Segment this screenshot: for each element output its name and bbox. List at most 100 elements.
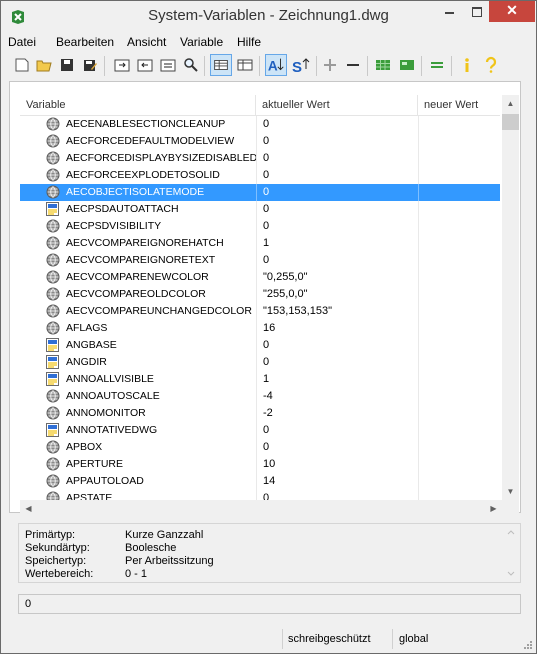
list-item[interactable]: AFLAGS 16 bbox=[20, 320, 500, 337]
globe-icon bbox=[45, 286, 61, 302]
variable-name: AECENABLESECTIONCLEANUP bbox=[66, 118, 226, 130]
list-item[interactable]: ANNOMONITOR -2 bbox=[20, 405, 500, 422]
info-label: Primärtyp: bbox=[25, 529, 76, 541]
scroll-thumb[interactable] bbox=[502, 114, 519, 130]
new-icon[interactable] bbox=[13, 56, 31, 74]
variable-new-value bbox=[418, 184, 500, 201]
list-item[interactable]: AECVCOMPAREUNCHANGEDCOLOR "153,153,153" bbox=[20, 303, 500, 320]
list-item[interactable]: ANNOTATIVEDWG 0 bbox=[20, 422, 500, 439]
globe-icon bbox=[45, 320, 61, 336]
list-item[interactable]: AECFORCEEXPLODETOSOLID 0 bbox=[20, 167, 500, 184]
export-icon[interactable] bbox=[113, 56, 131, 74]
list-item[interactable]: APSTATE 0 bbox=[20, 490, 500, 500]
minimize-button[interactable] bbox=[434, 1, 464, 22]
list-item[interactable]: AECOBJECTISOLATEMODE 0 bbox=[20, 184, 500, 201]
variable-new-value bbox=[418, 388, 500, 405]
list-item[interactable]: AECPSDVISIBILITY 0 bbox=[20, 218, 500, 235]
list-item[interactable]: ANGDIR 0 bbox=[20, 354, 500, 371]
scroll-up-icon[interactable]: ▲ bbox=[502, 95, 519, 112]
table-icon[interactable] bbox=[398, 56, 416, 74]
variable-value: 0 bbox=[256, 184, 418, 201]
list-item[interactable]: APERTURE 10 bbox=[20, 456, 500, 473]
info-label: Sekundärtyp: bbox=[25, 542, 90, 554]
variable-name: AECFORCEDISPLAYBYSIZEDISABLED bbox=[66, 152, 256, 164]
close-button[interactable]: ✕ bbox=[489, 1, 535, 22]
add-icon[interactable] bbox=[321, 56, 339, 74]
menu-ansicht[interactable]: Ansicht bbox=[127, 33, 166, 51]
globe-icon bbox=[45, 218, 61, 234]
variable-new-value bbox=[418, 354, 500, 371]
list-item[interactable]: APPAUTOLOAD 14 bbox=[20, 473, 500, 490]
horizontal-scrollbar[interactable]: ◀ ▶ bbox=[20, 500, 502, 517]
list-item[interactable]: AECPSDAUTOATTACH 0 bbox=[20, 201, 500, 218]
save-icon[interactable] bbox=[58, 56, 76, 74]
list-item[interactable]: AECVCOMPAREOLDCOLOR "255,0,0" bbox=[20, 286, 500, 303]
globe-icon bbox=[45, 184, 61, 200]
info-icon[interactable] bbox=[458, 56, 476, 74]
menu-bearbeiten[interactable]: Bearbeiten bbox=[56, 33, 114, 51]
variable-value: 0 bbox=[256, 201, 418, 218]
scroll-left-icon[interactable]: ◀ bbox=[20, 500, 37, 517]
equals-icon[interactable] bbox=[428, 56, 446, 74]
info-scrollbar[interactable] bbox=[503, 525, 519, 581]
compare-icon[interactable] bbox=[159, 56, 177, 74]
menu-hilfe[interactable]: Hilfe bbox=[237, 33, 261, 51]
vertical-scrollbar[interactable]: ▲ ▼ bbox=[502, 95, 519, 500]
document-icon bbox=[45, 371, 61, 387]
close-icon: ✕ bbox=[506, 2, 518, 18]
info-value: Boolesche bbox=[125, 542, 177, 554]
view-list-icon[interactable] bbox=[210, 54, 232, 76]
variable-value: "255,0,0" bbox=[256, 286, 418, 303]
list-item[interactable]: AECFORCEDEFAULTMODELVIEW 0 bbox=[20, 133, 500, 150]
status-bar: schreibgeschützt global bbox=[1, 626, 536, 653]
maximize-button[interactable] bbox=[464, 1, 489, 22]
scroll-down-icon[interactable]: ▼ bbox=[502, 483, 519, 500]
list-item[interactable]: ANNOALLVISIBLE 1 bbox=[20, 371, 500, 388]
variable-value: 0 bbox=[256, 150, 418, 167]
variable-new-value bbox=[418, 320, 500, 337]
view-detail-icon[interactable] bbox=[236, 56, 254, 74]
list-header: Variable aktueller Wert neuer Wert bbox=[20, 95, 500, 116]
value-field[interactable]: 0 bbox=[18, 594, 521, 614]
import-icon[interactable] bbox=[136, 56, 154, 74]
list-item[interactable]: AECVCOMPARENEWCOLOR "0,255,0" bbox=[20, 269, 500, 286]
variable-new-value bbox=[418, 150, 500, 167]
list-item[interactable]: ANGBASE 0 bbox=[20, 337, 500, 354]
title-bar[interactable]: System-Variablen - Zeichnung1.dwg ✕ bbox=[1, 1, 536, 33]
variable-name: ANGDIR bbox=[66, 356, 107, 368]
grid-icon[interactable] bbox=[374, 56, 392, 74]
save-as-icon[interactable] bbox=[81, 56, 99, 74]
open-icon[interactable] bbox=[35, 56, 53, 74]
globe-icon bbox=[45, 490, 61, 500]
sort-type-icon[interactable]: S bbox=[291, 56, 311, 74]
variable-value: 10 bbox=[256, 456, 418, 473]
globe-icon bbox=[45, 116, 61, 132]
variable-new-value bbox=[418, 303, 500, 320]
variable-name: AECPSDAUTOATTACH bbox=[66, 203, 179, 215]
list-item[interactable]: AECVCOMPAREIGNORETEXT 0 bbox=[20, 252, 500, 269]
remove-icon[interactable] bbox=[344, 56, 362, 74]
list-item[interactable]: AECFORCEDISPLAYBYSIZEDISABLED 0 bbox=[20, 150, 500, 167]
find-icon[interactable] bbox=[182, 56, 200, 74]
variable-new-value bbox=[418, 456, 500, 473]
variable-name: AECFORCEDEFAULTMODELVIEW bbox=[66, 135, 235, 147]
scroll-right-icon[interactable]: ▶ bbox=[485, 500, 502, 517]
globe-icon bbox=[45, 133, 61, 149]
list-item[interactable]: APBOX 0 bbox=[20, 439, 500, 456]
menu-datei[interactable]: Datei bbox=[8, 33, 36, 51]
help-icon[interactable] bbox=[482, 56, 500, 74]
variable-name: AECVCOMPAREOLDCOLOR bbox=[66, 288, 206, 300]
list-item[interactable]: AECVCOMPAREIGNOREHATCH 1 bbox=[20, 235, 500, 252]
info-value: Per Arbeitssitzung bbox=[125, 555, 214, 567]
column-header-new[interactable]: neuer Wert bbox=[418, 95, 500, 115]
column-header-current[interactable]: aktueller Wert bbox=[256, 95, 418, 115]
list-item[interactable]: AECENABLESECTIONCLEANUP 0 bbox=[20, 116, 500, 133]
menu-variable[interactable]: Variable bbox=[180, 33, 223, 51]
resize-grip-icon[interactable] bbox=[523, 640, 533, 650]
column-header-variable[interactable]: Variable bbox=[20, 95, 256, 115]
globe-icon bbox=[45, 303, 61, 319]
variable-value: 0 bbox=[256, 218, 418, 235]
list-item[interactable]: ANNOAUTOSCALE -4 bbox=[20, 388, 500, 405]
sort-alpha-icon[interactable]: A bbox=[265, 54, 287, 76]
globe-icon bbox=[45, 439, 61, 455]
